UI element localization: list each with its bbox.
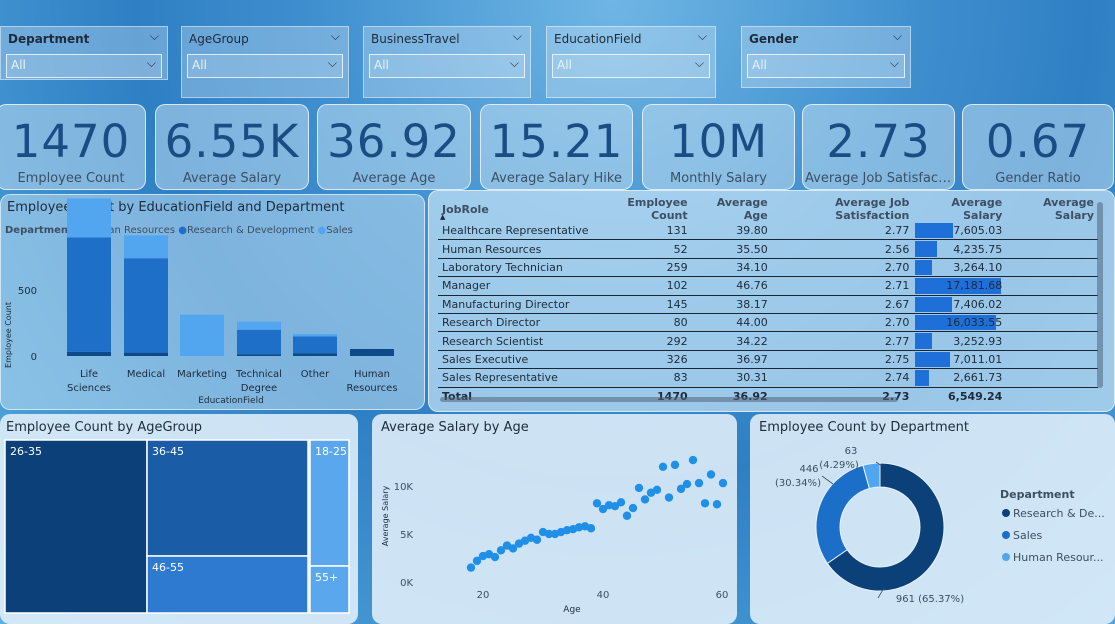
data-label: 446 xyxy=(799,464,818,475)
scatter-point[interactable] xyxy=(706,470,716,479)
department-donut: 63 (4.29%) 446 (30.34%) 961 (65.37%) Dep… xyxy=(775,446,1105,605)
treemap-label: 18-25 xyxy=(315,445,347,458)
scatter-point[interactable] xyxy=(688,455,698,465)
x-tick-label: 60 xyxy=(716,590,729,601)
legend-item: Sales xyxy=(1013,529,1043,542)
scatter-point[interactable] xyxy=(670,460,680,470)
legend-dot xyxy=(1002,553,1010,561)
legend-dot xyxy=(1002,531,1010,539)
y-tick-label: 0K xyxy=(400,578,413,589)
scatter-point[interactable] xyxy=(640,495,650,504)
treemap-label: 55+ xyxy=(315,571,338,584)
scatter-point[interactable] xyxy=(466,563,476,572)
y-tick-label: 5K xyxy=(400,530,413,541)
legend-item: Human Resour... xyxy=(1013,551,1104,564)
legend-dot xyxy=(1002,509,1010,517)
treemap-label: 26-35 xyxy=(10,445,42,458)
scatter-point[interactable] xyxy=(616,498,626,507)
legend-title: Department xyxy=(1000,488,1075,501)
scatter-point[interactable] xyxy=(700,499,710,508)
x-tick-label: 40 xyxy=(597,590,610,601)
x-tick-label: 20 xyxy=(477,590,490,601)
scatter-point[interactable] xyxy=(694,478,704,488)
scatter-point[interactable] xyxy=(628,503,638,513)
y-axis-label: Average Salary xyxy=(381,485,390,546)
data-label: (30.34%) xyxy=(775,478,821,489)
y-tick-label: 10K xyxy=(394,482,414,493)
data-label: (4.29%) xyxy=(819,460,859,471)
treemap-label: 46-55 xyxy=(152,561,184,574)
scatter-point[interactable] xyxy=(490,552,500,562)
salary-age-scatter: Average Salary 10K 5K 0K 20 40 60 Age xyxy=(381,455,729,615)
data-label: 961 (65.37%) xyxy=(896,594,964,605)
data-label: 63 xyxy=(845,446,858,457)
scatter-point[interactable] xyxy=(532,535,542,544)
treemap-cell[interactable] xyxy=(4,439,148,614)
salary-age-panel: Average Salary by Age Average Salary 10K… xyxy=(372,414,737,624)
scatter-point[interactable] xyxy=(634,483,644,493)
leader-line xyxy=(821,475,834,485)
treemap-cell[interactable] xyxy=(309,439,350,567)
scatter-point[interactable] xyxy=(682,479,692,489)
donut-slice[interactable] xyxy=(815,464,870,565)
treemap-label: 36-45 xyxy=(152,445,184,458)
scatter-point[interactable] xyxy=(622,511,632,520)
x-axis-label: Age xyxy=(563,605,581,615)
department-panel: Employee Count by Department 63 (4.29%) … xyxy=(750,414,1115,624)
scatter-point[interactable] xyxy=(712,500,722,509)
scatter-point[interactable] xyxy=(652,485,662,495)
scatter-point[interactable] xyxy=(586,524,596,533)
scatter-point[interactable] xyxy=(718,478,728,488)
legend-item: Research & De... xyxy=(1013,507,1105,520)
scatter-point[interactable] xyxy=(664,493,674,502)
scatter-point[interactable] xyxy=(658,462,668,471)
